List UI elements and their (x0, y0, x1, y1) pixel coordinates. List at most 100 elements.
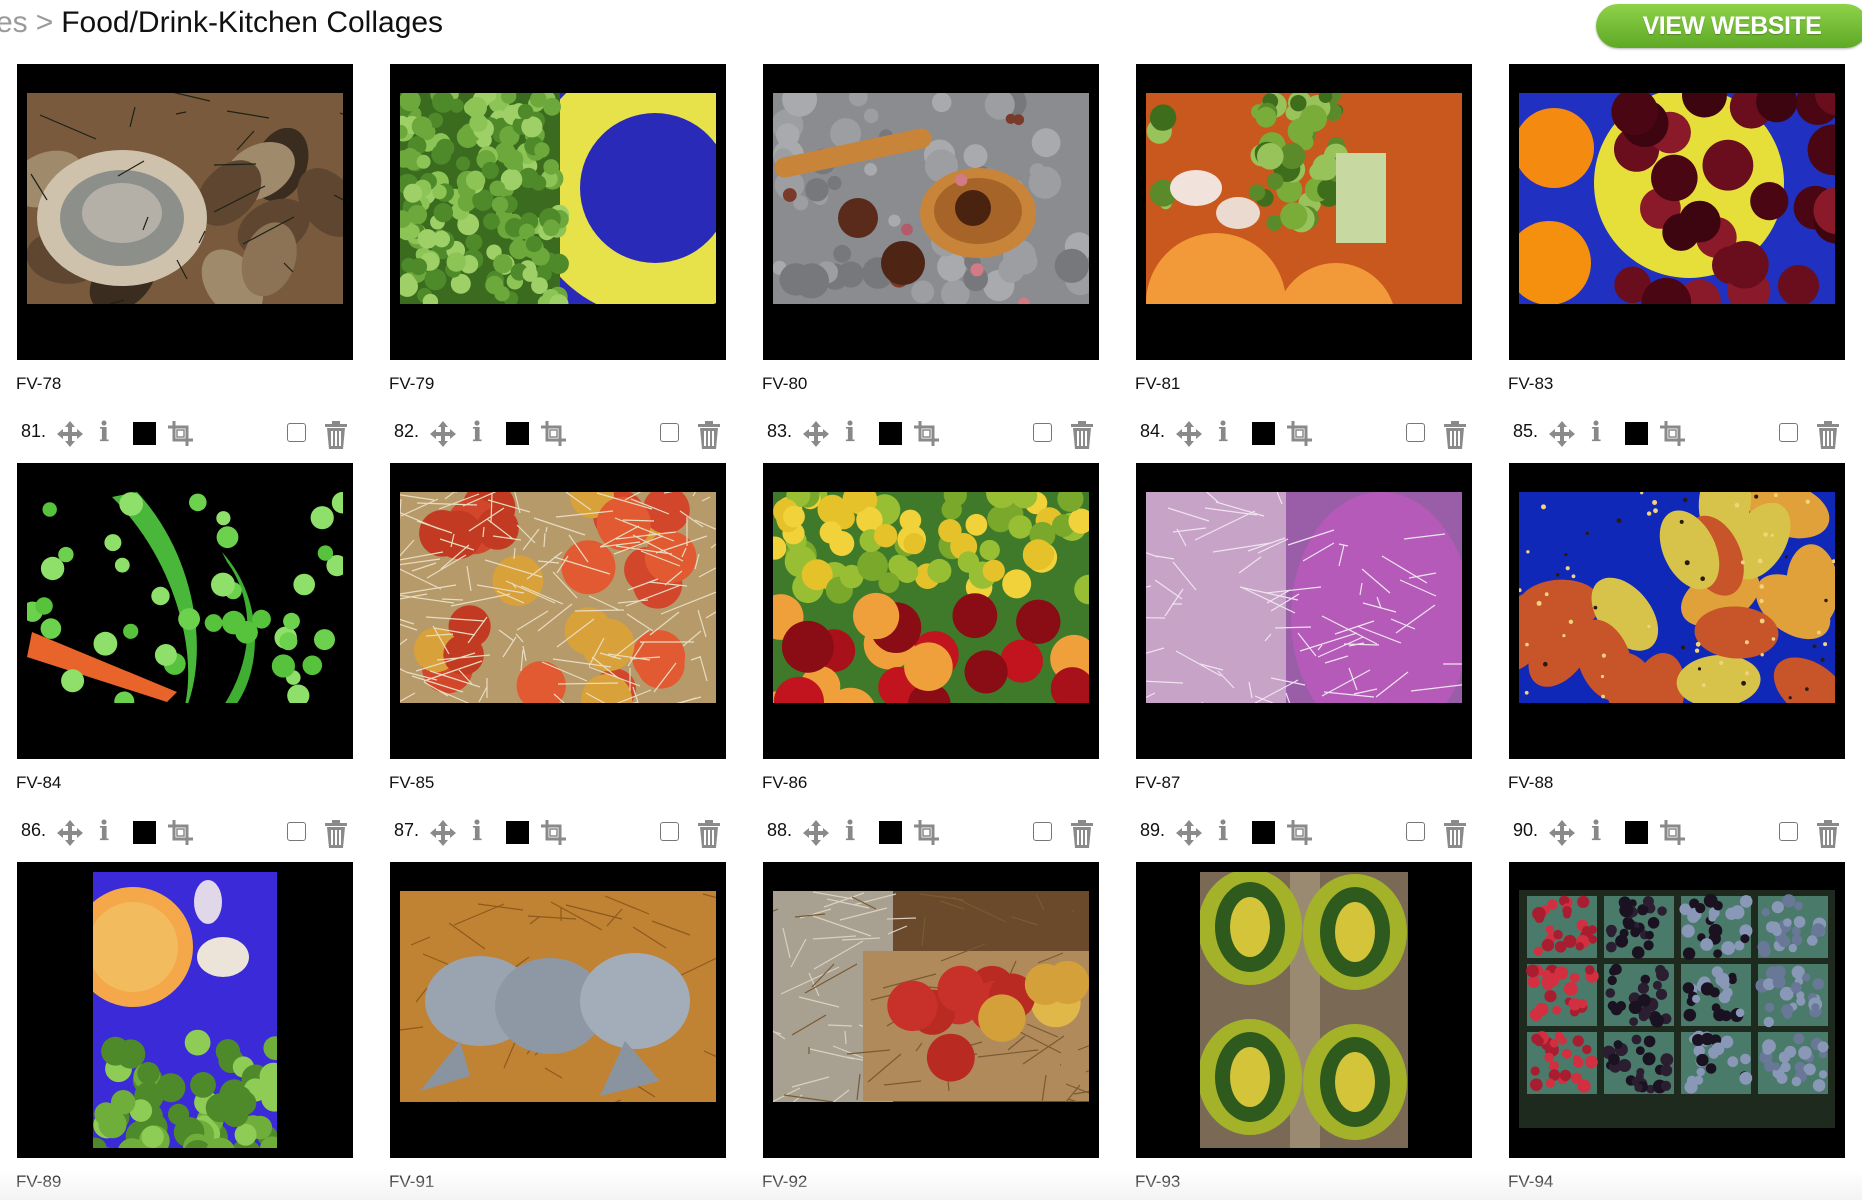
select-checkbox[interactable] (660, 423, 679, 442)
select-checkbox[interactable] (1779, 822, 1798, 841)
info-icon[interactable]: i (1218, 417, 1228, 448)
crop-icon[interactable] (1286, 819, 1314, 847)
info-icon[interactable]: i (845, 816, 855, 847)
photo-grid: FV-78 FV-79 FV-80 FV-81 FV-83 81. i FV-84 82. i FV… (0, 0, 1862, 1200)
card-toolbar: 88. i (763, 816, 1099, 849)
card-number: 81. (21, 421, 47, 441)
card-toolbar: 87. i (390, 816, 726, 849)
photo-thumbnail[interactable] (17, 463, 353, 759)
crop-icon[interactable] (913, 420, 941, 448)
photo-image (392, 64, 726, 318)
photo-image (390, 470, 726, 726)
trash-icon[interactable] (323, 420, 349, 450)
photo-thumbnail[interactable] (763, 862, 1099, 1158)
black-square-icon[interactable] (506, 422, 529, 445)
trash-icon[interactable] (323, 819, 349, 849)
card-number: 87. (394, 820, 420, 840)
trash-icon[interactable] (1069, 819, 1095, 849)
info-icon[interactable]: i (845, 417, 855, 448)
card-number: 89. (1140, 820, 1166, 840)
photo-caption: FV-88 (1508, 773, 1554, 792)
move-arrows-icon[interactable] (801, 818, 831, 848)
black-square-icon[interactable] (133, 422, 156, 445)
info-icon[interactable]: i (1218, 816, 1228, 847)
crop-icon[interactable] (167, 819, 195, 847)
photo-thumbnail[interactable] (1136, 463, 1472, 759)
photo-thumbnail[interactable] (1509, 862, 1845, 1158)
photo-caption: FV-86 (762, 773, 808, 792)
crop-icon[interactable] (1659, 819, 1687, 847)
photo-thumbnail[interactable] (763, 463, 1099, 759)
crop-icon[interactable] (913, 819, 941, 847)
photo-image (73, 872, 288, 1158)
trash-icon[interactable] (1069, 420, 1095, 450)
trash-icon[interactable] (696, 420, 722, 450)
trash-icon[interactable] (696, 819, 722, 849)
photo-thumbnail[interactable] (1509, 463, 1845, 759)
crop-icon[interactable] (540, 819, 568, 847)
photo-thumbnail[interactable] (1509, 64, 1845, 360)
photo-image (1509, 71, 1845, 328)
black-square-icon[interactable] (1625, 422, 1648, 445)
card-toolbar: 86. i (17, 816, 353, 849)
crop-icon[interactable] (1659, 420, 1687, 448)
photo-thumbnail[interactable] (17, 862, 353, 1158)
trash-icon[interactable] (1815, 819, 1841, 849)
photo-thumbnail[interactable] (763, 64, 1099, 360)
crop-icon[interactable] (540, 420, 568, 448)
black-square-icon[interactable] (879, 821, 902, 844)
photo-thumbnail[interactable] (17, 64, 353, 360)
info-icon[interactable]: i (472, 417, 482, 448)
black-square-icon[interactable] (1252, 821, 1275, 844)
info-icon[interactable]: i (99, 417, 109, 448)
move-arrows-icon[interactable] (428, 818, 458, 848)
photo-caption: FV-89 (16, 1172, 62, 1191)
move-arrows-icon[interactable] (1547, 818, 1577, 848)
card-toolbar: 81. i (17, 417, 353, 450)
photo-image (763, 477, 1099, 740)
trash-icon[interactable] (1442, 420, 1468, 450)
photo-caption: FV-94 (1508, 1172, 1554, 1191)
crop-icon[interactable] (1286, 420, 1314, 448)
info-icon[interactable]: i (99, 816, 109, 847)
black-square-icon[interactable] (1625, 821, 1648, 844)
photo-thumbnail[interactable] (1136, 64, 1472, 360)
move-arrows-icon[interactable] (1174, 818, 1204, 848)
photo-caption: FV-79 (389, 374, 435, 393)
card-number: 82. (394, 421, 420, 441)
photo-thumbnail[interactable] (390, 64, 726, 360)
black-square-icon[interactable] (506, 821, 529, 844)
trash-icon[interactable] (1815, 420, 1841, 450)
trash-icon[interactable] (1442, 819, 1468, 849)
select-checkbox[interactable] (660, 822, 679, 841)
move-arrows-icon[interactable] (428, 419, 458, 449)
photo-thumbnail[interactable] (1136, 862, 1472, 1158)
move-arrows-icon[interactable] (1547, 419, 1577, 449)
photo-thumbnail[interactable] (390, 463, 726, 759)
black-square-icon[interactable] (133, 821, 156, 844)
photo-thumbnail[interactable] (390, 862, 726, 1158)
move-arrows-icon[interactable] (55, 419, 85, 449)
photo-caption: FV-80 (762, 374, 808, 393)
info-icon[interactable]: i (1591, 816, 1601, 847)
photo-image (390, 891, 726, 1121)
move-arrows-icon[interactable] (55, 818, 85, 848)
select-checkbox[interactable] (1406, 822, 1425, 841)
photo-image (22, 491, 353, 727)
move-arrows-icon[interactable] (1174, 419, 1204, 449)
crop-icon[interactable] (167, 420, 195, 448)
info-icon[interactable]: i (472, 816, 482, 847)
select-checkbox[interactable] (287, 822, 306, 841)
move-arrows-icon[interactable] (801, 419, 831, 449)
select-checkbox[interactable] (1033, 822, 1052, 841)
card-toolbar: 85. i (1509, 417, 1845, 450)
black-square-icon[interactable] (879, 422, 902, 445)
photo-caption: FV-92 (762, 1172, 808, 1191)
select-checkbox[interactable] (1779, 423, 1798, 442)
select-checkbox[interactable] (1406, 423, 1425, 442)
info-icon[interactable]: i (1591, 417, 1601, 448)
black-square-icon[interactable] (1252, 422, 1275, 445)
card-number: 83. (767, 421, 793, 441)
select-checkbox[interactable] (1033, 423, 1052, 442)
select-checkbox[interactable] (287, 423, 306, 442)
